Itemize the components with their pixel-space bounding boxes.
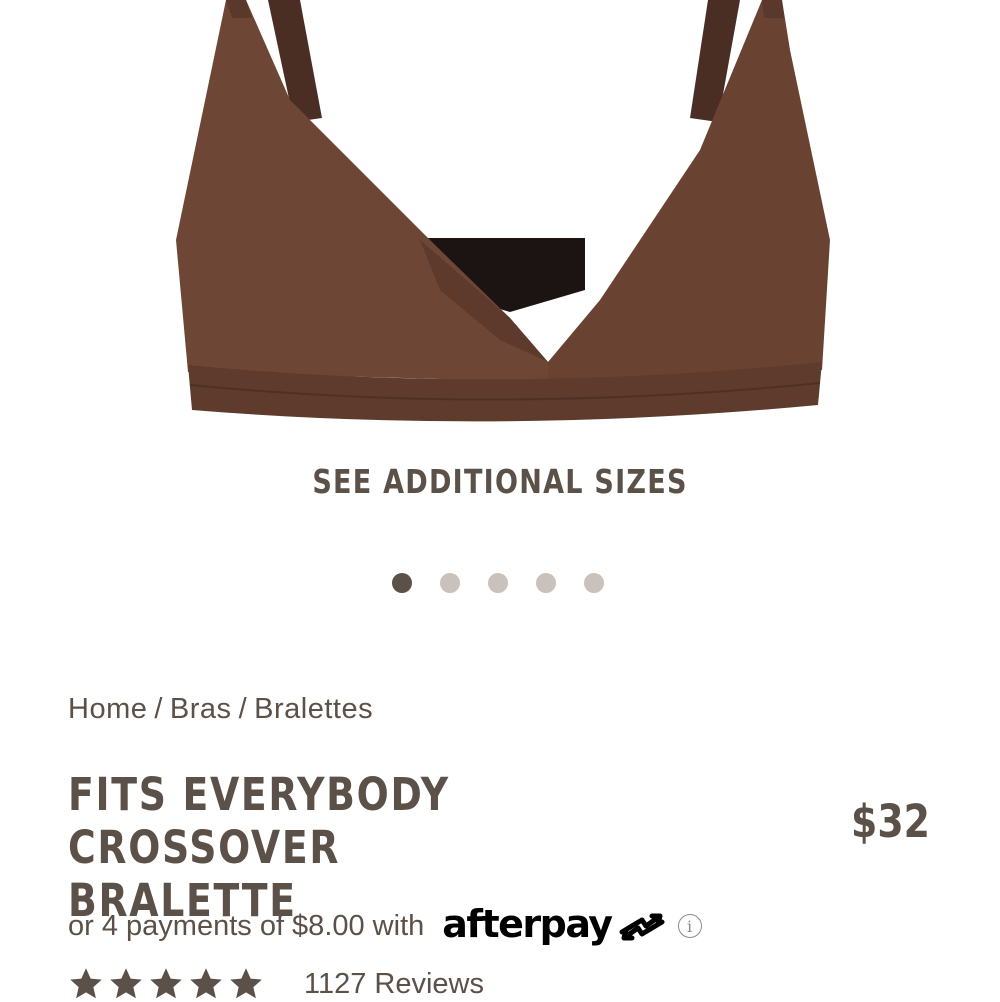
product-title-line-1: FITS EVERYBODY CROSSOVER xyxy=(68,768,450,874)
info-icon[interactable]: i xyxy=(677,914,702,938)
star-icon xyxy=(110,968,142,999)
star-icon xyxy=(190,968,222,999)
breadcrumb-separator: / xyxy=(154,693,163,725)
star-icon xyxy=(150,968,182,999)
star-rating[interactable] xyxy=(68,966,264,1002)
rating-row: 1127 Reviews xyxy=(68,966,484,1002)
afterpay-arrows-icon xyxy=(619,913,665,941)
carousel-dots xyxy=(392,573,604,595)
star-icon xyxy=(70,968,102,999)
carousel-dot-1[interactable] xyxy=(392,573,412,593)
carousel-dot-4[interactable] xyxy=(536,573,556,593)
afterpay-logo: afterpay xyxy=(442,902,613,946)
breadcrumb-bralettes[interactable]: Bralettes xyxy=(254,693,373,725)
breadcrumb-separator: / xyxy=(238,693,248,725)
carousel-dot-3[interactable] xyxy=(488,573,508,593)
see-additional-sizes-link[interactable]: SEE ADDITIONAL SIZES xyxy=(90,462,910,501)
reviews-link[interactable]: 1127 Reviews xyxy=(304,968,484,1001)
carousel-dot-2[interactable] xyxy=(440,573,460,593)
star-icon xyxy=(230,968,262,999)
afterpay-installments: or 4 payments of $8.00 with afterpay i xyxy=(68,902,702,948)
breadcrumb-home[interactable]: Home xyxy=(68,693,147,725)
installments-text: or 4 payments of $8.00 with xyxy=(68,909,425,942)
breadcrumb: Home / Bras / Bralettes xyxy=(68,693,373,726)
carousel-dot-5[interactable] xyxy=(584,573,604,593)
product-image[interactable] xyxy=(0,0,1000,440)
product-price: $32 xyxy=(851,795,930,848)
breadcrumb-bras[interactable]: Bras xyxy=(170,693,232,725)
